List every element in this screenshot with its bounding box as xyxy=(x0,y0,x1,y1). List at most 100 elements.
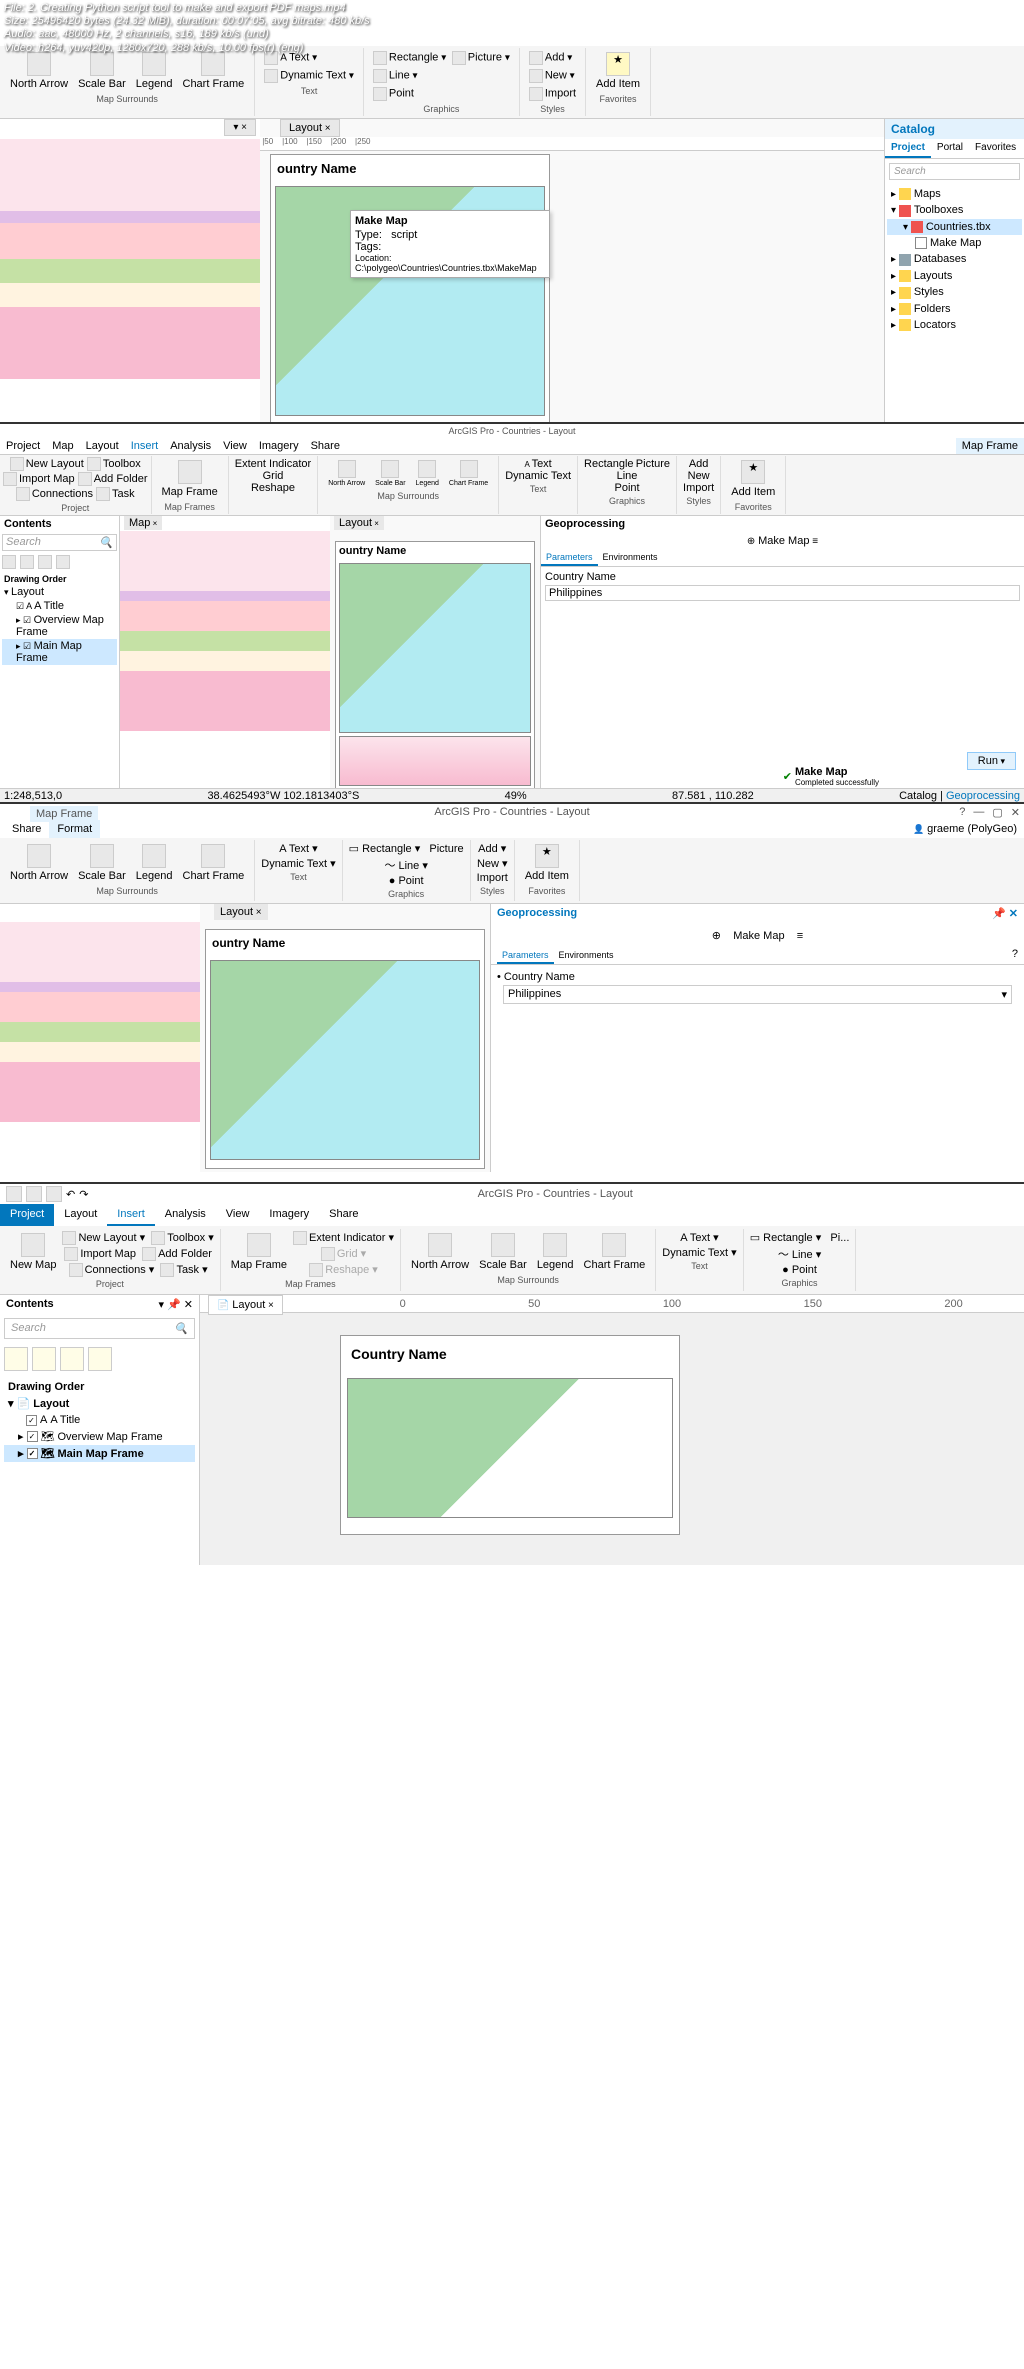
map-tab-2[interactable]: Map × xyxy=(124,516,162,530)
connections-4[interactable]: Connections ▾ Task ▾ xyxy=(62,1263,213,1277)
contents-overview-4[interactable]: ▸ ✓ 🗺 Overview Map Frame xyxy=(4,1428,195,1445)
scale-bar-3[interactable]: Scale Bar xyxy=(74,842,130,884)
tab-imagery-4[interactable]: Imagery xyxy=(259,1204,319,1226)
tree-layouts[interactable]: ▸ Layouts xyxy=(887,268,1022,284)
legend-3[interactable]: Legend xyxy=(132,842,177,884)
tree-styles[interactable]: ▸ Styles xyxy=(887,284,1022,300)
gp-param-input[interactable]: Philippines xyxy=(545,585,1020,601)
contents-search[interactable]: Search🔍 xyxy=(2,534,117,551)
tab-view[interactable]: View xyxy=(217,438,253,454)
new-layout-btn[interactable]: New Layout Toolbox xyxy=(3,457,148,471)
qat-open[interactable] xyxy=(26,1186,42,1202)
gp-tab-params-3[interactable]: Parameters xyxy=(497,948,554,964)
qat-undo[interactable]: ↶ xyxy=(66,1188,75,1201)
legend-button[interactable]: Legend xyxy=(132,50,177,92)
tab-project[interactable]: Project xyxy=(0,438,46,454)
new-map-4[interactable]: New Map xyxy=(6,1231,60,1273)
import-map-4[interactable]: Import Map Add Folder xyxy=(62,1247,213,1261)
contents-layout-4[interactable]: ▾ 📄 Layout xyxy=(4,1395,195,1412)
tree-databases[interactable]: ▸ Databases xyxy=(887,251,1022,267)
view-btn-1[interactable] xyxy=(4,1347,28,1371)
import-map-btn[interactable]: Import Map Add Folder xyxy=(3,472,148,486)
layout-view-3[interactable]: Layout × ountry Name xyxy=(200,904,490,1172)
layout-view-4[interactable]: 📄 Layout × -50050100150200 Country Name xyxy=(200,1295,1024,1565)
layout-tab-2[interactable]: Layout × xyxy=(334,516,384,530)
scale-bar-button[interactable]: Scale Bar xyxy=(74,50,130,92)
rectangle-button[interactable]: Rectangle ▾ Picture ▾ xyxy=(370,50,513,66)
minimize-icon[interactable]: — xyxy=(973,806,984,819)
gp-param-input-3[interactable]: Philippines▾ xyxy=(503,985,1012,1004)
north-arrow-3[interactable]: North Arrow xyxy=(6,842,72,884)
reshape-4[interactable]: Reshape ▾ xyxy=(293,1263,394,1277)
chart-frame-4[interactable]: Chart Frame xyxy=(580,1231,650,1273)
line-button[interactable]: Line ▾ xyxy=(370,68,421,84)
tab-share-3[interactable]: Share xyxy=(4,820,49,838)
dynamic-text-button[interactable]: Dynamic Text ▾ xyxy=(261,68,357,84)
view-btn-3[interactable] xyxy=(60,1347,84,1371)
tree-make-map[interactable]: Make Map xyxy=(887,235,1022,251)
contents-main[interactable]: ▸ ☑ Main Map Frame xyxy=(2,639,117,665)
help-icon[interactable]: ? xyxy=(959,806,965,819)
new-style-button[interactable]: New ▾ xyxy=(526,68,578,84)
catalog-tab-project[interactable]: Project xyxy=(885,139,931,158)
layout-page[interactable]: ountry Name xyxy=(270,154,550,424)
layout-page-4[interactable]: Country Name xyxy=(340,1335,680,1535)
tree-toolboxes[interactable]: ▾ Toolboxes xyxy=(887,202,1022,218)
contents-layout[interactable]: ▾ Layout xyxy=(2,585,117,599)
catalog-search[interactable]: Search xyxy=(889,163,1020,180)
tab-insert-4[interactable]: Insert xyxy=(107,1204,155,1226)
tab-layout-4[interactable]: Layout xyxy=(54,1204,107,1226)
tab-insert[interactable]: Insert xyxy=(125,438,165,454)
tab-analysis[interactable]: Analysis xyxy=(164,438,217,454)
contents-title[interactable]: ☑ A A Title xyxy=(2,599,117,613)
tree-maps[interactable]: ▸ Maps xyxy=(887,186,1022,202)
gp-tab-env-3[interactable]: Environments xyxy=(554,948,619,964)
map-frame-4[interactable]: Map Frame xyxy=(227,1231,291,1273)
world-map-2[interactable] xyxy=(120,531,330,731)
map-view-2[interactable]: Map × xyxy=(120,516,330,804)
add-item-button[interactable]: ★Add Item xyxy=(592,50,644,92)
tree-locators[interactable]: ▸ Locators xyxy=(887,317,1022,333)
layout-view-2[interactable]: Layout × ountry Name xyxy=(330,516,540,804)
qat-redo[interactable]: ↷ xyxy=(79,1188,88,1201)
grid-4[interactable]: Grid ▾ xyxy=(293,1247,394,1261)
map-tab-close[interactable]: ▾ × xyxy=(224,119,256,136)
overview-map-2[interactable] xyxy=(339,736,531,786)
contents-overview[interactable]: ▸ ☑ Overview Map Frame xyxy=(2,613,117,639)
qat-new[interactable] xyxy=(6,1186,22,1202)
import-style-button[interactable]: Import xyxy=(526,86,579,102)
tree-countries-tbx[interactable]: ▾ Countries.tbx xyxy=(887,219,1022,235)
gp-tab-parameters[interactable]: Parameters xyxy=(541,550,598,566)
catalog-tab-portal[interactable]: Portal xyxy=(931,139,969,158)
help-icon-3[interactable]: ? xyxy=(1012,948,1018,964)
tab-share-4[interactable]: Share xyxy=(319,1204,368,1226)
main-map-4[interactable] xyxy=(347,1378,673,1518)
tab-share[interactable]: Share xyxy=(305,438,346,454)
gp-tab-environments[interactable]: Environments xyxy=(598,550,663,566)
point-button[interactable]: Point xyxy=(370,86,417,102)
view-btn-4[interactable] xyxy=(88,1347,112,1371)
tab-imagery[interactable]: Imagery xyxy=(253,438,305,454)
dropdown-icon[interactable]: ▾ xyxy=(1001,988,1007,1001)
catalog-tab-favorites[interactable]: Favorites xyxy=(969,139,1022,158)
tab-format-3[interactable]: Format xyxy=(49,820,100,838)
world-map-canvas[interactable] xyxy=(0,139,260,379)
new-layout-4[interactable]: New Layout ▾ Toolbox ▾ xyxy=(62,1231,213,1245)
main-map-2[interactable] xyxy=(339,563,531,733)
connections-btn[interactable]: Connections Task xyxy=(3,487,148,501)
scale-bar-4[interactable]: Scale Bar xyxy=(475,1231,531,1273)
north-arrow-button[interactable]: North Arrow xyxy=(6,50,72,92)
tree-folders[interactable]: ▸ Folders xyxy=(887,301,1022,317)
chart-frame-3[interactable]: Chart Frame xyxy=(179,842,249,884)
tab-view-4[interactable]: View xyxy=(216,1204,260,1226)
tab-map-frame[interactable]: Map Frame xyxy=(956,438,1024,454)
tab-layout[interactable]: Layout xyxy=(80,438,125,454)
tab-analysis-4[interactable]: Analysis xyxy=(155,1204,216,1226)
layout-tab-3[interactable]: Layout × xyxy=(214,904,268,920)
close-pane-icon[interactable]: ✕ xyxy=(1009,908,1018,920)
extent-indicator-4[interactable]: Extent Indicator ▾ xyxy=(293,1231,394,1245)
main-map-3[interactable] xyxy=(210,960,480,1160)
view-btn-2[interactable] xyxy=(32,1347,56,1371)
pin-icon[interactable]: 📌 xyxy=(992,908,1006,920)
maximize-icon[interactable]: ▢ xyxy=(992,806,1002,819)
